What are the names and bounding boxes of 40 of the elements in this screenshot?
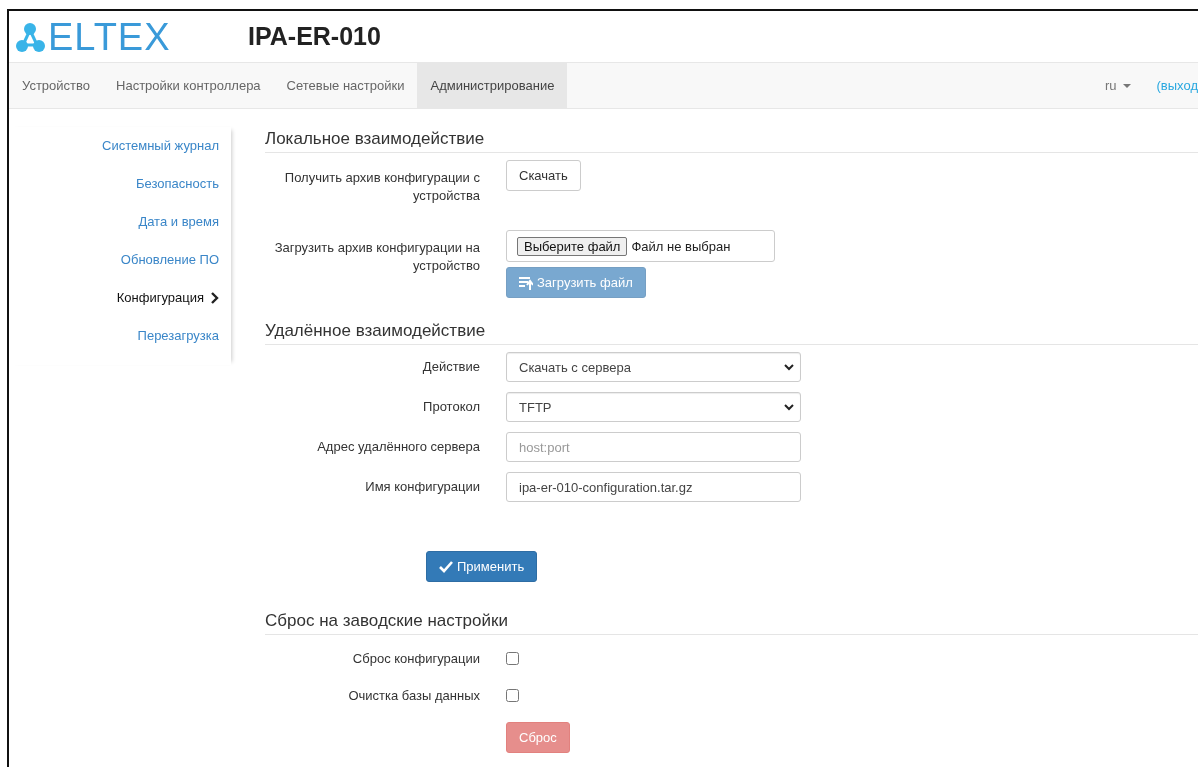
field-label: Загрузить архив конфигурации на устройство — [273, 239, 480, 275]
text-field[interactable]: ipa-er-010-configuration.tar.gz — [506, 472, 801, 502]
apply-button[interactable]: Применить — [426, 551, 538, 582]
sidebar-item[interactable]: Безопасность — [9, 165, 231, 203]
device-title: IPA-ER-010 — [248, 22, 381, 51]
sidebar-item[interactable]: Системный журнал — [9, 127, 231, 165]
field-label: Адрес удалённого сервера — [316, 438, 480, 456]
field-label: Протокол — [422, 398, 480, 416]
dropdown[interactable]: TFTP — [506, 392, 801, 422]
checkbox[interactable] — [506, 689, 519, 702]
section-heading: Сброс на заводские настройки — [265, 611, 1198, 635]
field-label: Действие — [421, 358, 480, 376]
logo: ELTEX — [15, 17, 245, 56]
field-label: Имя конфигурации — [364, 478, 480, 496]
nav-tab[interactable]: Настройки контроллера — [103, 63, 274, 108]
logo-mark-icon — [15, 20, 46, 53]
section-heading: Локальное взаимодействие — [265, 129, 1198, 153]
chevron-down-icon — [784, 363, 794, 371]
checkbox[interactable] — [506, 652, 519, 665]
section-heading: Удалённое взаимодействие — [265, 321, 1198, 345]
language-dropdown[interactable]: ru — [1104, 78, 1131, 93]
nav-tab[interactable]: Администрирование — [417, 63, 568, 108]
sidebar-item[interactable]: Обновление ПО — [9, 241, 231, 279]
chevron-down-icon — [784, 403, 794, 411]
sidebar-item[interactable]: Перезагрузка — [9, 317, 231, 355]
sidebar-item[interactable]: Дата и время — [9, 203, 231, 241]
text-field[interactable]: host:port — [506, 432, 801, 462]
sidebar-item[interactable]: Конфигурация — [9, 279, 231, 317]
file-input[interactable]: Выберите файл Файл не выбран — [506, 230, 775, 262]
download-button[interactable]: Скачать — [506, 160, 581, 191]
checkmark-icon — [439, 560, 453, 573]
nav-tab[interactable]: Устройство — [9, 63, 103, 108]
dropdown[interactable]: Скачать с сервера — [506, 352, 801, 382]
field-label: Получить архив конфигурации с устройства — [283, 169, 480, 205]
field-label: Сброс конфигурации — [351, 650, 480, 668]
nav-tab[interactable]: Сетевые настройки — [273, 63, 418, 108]
field-label: Очистка базы данных — [347, 687, 480, 705]
caret-icon — [1122, 83, 1131, 88]
upload-icon — [519, 275, 533, 290]
chevron-right-icon — [210, 292, 219, 304]
